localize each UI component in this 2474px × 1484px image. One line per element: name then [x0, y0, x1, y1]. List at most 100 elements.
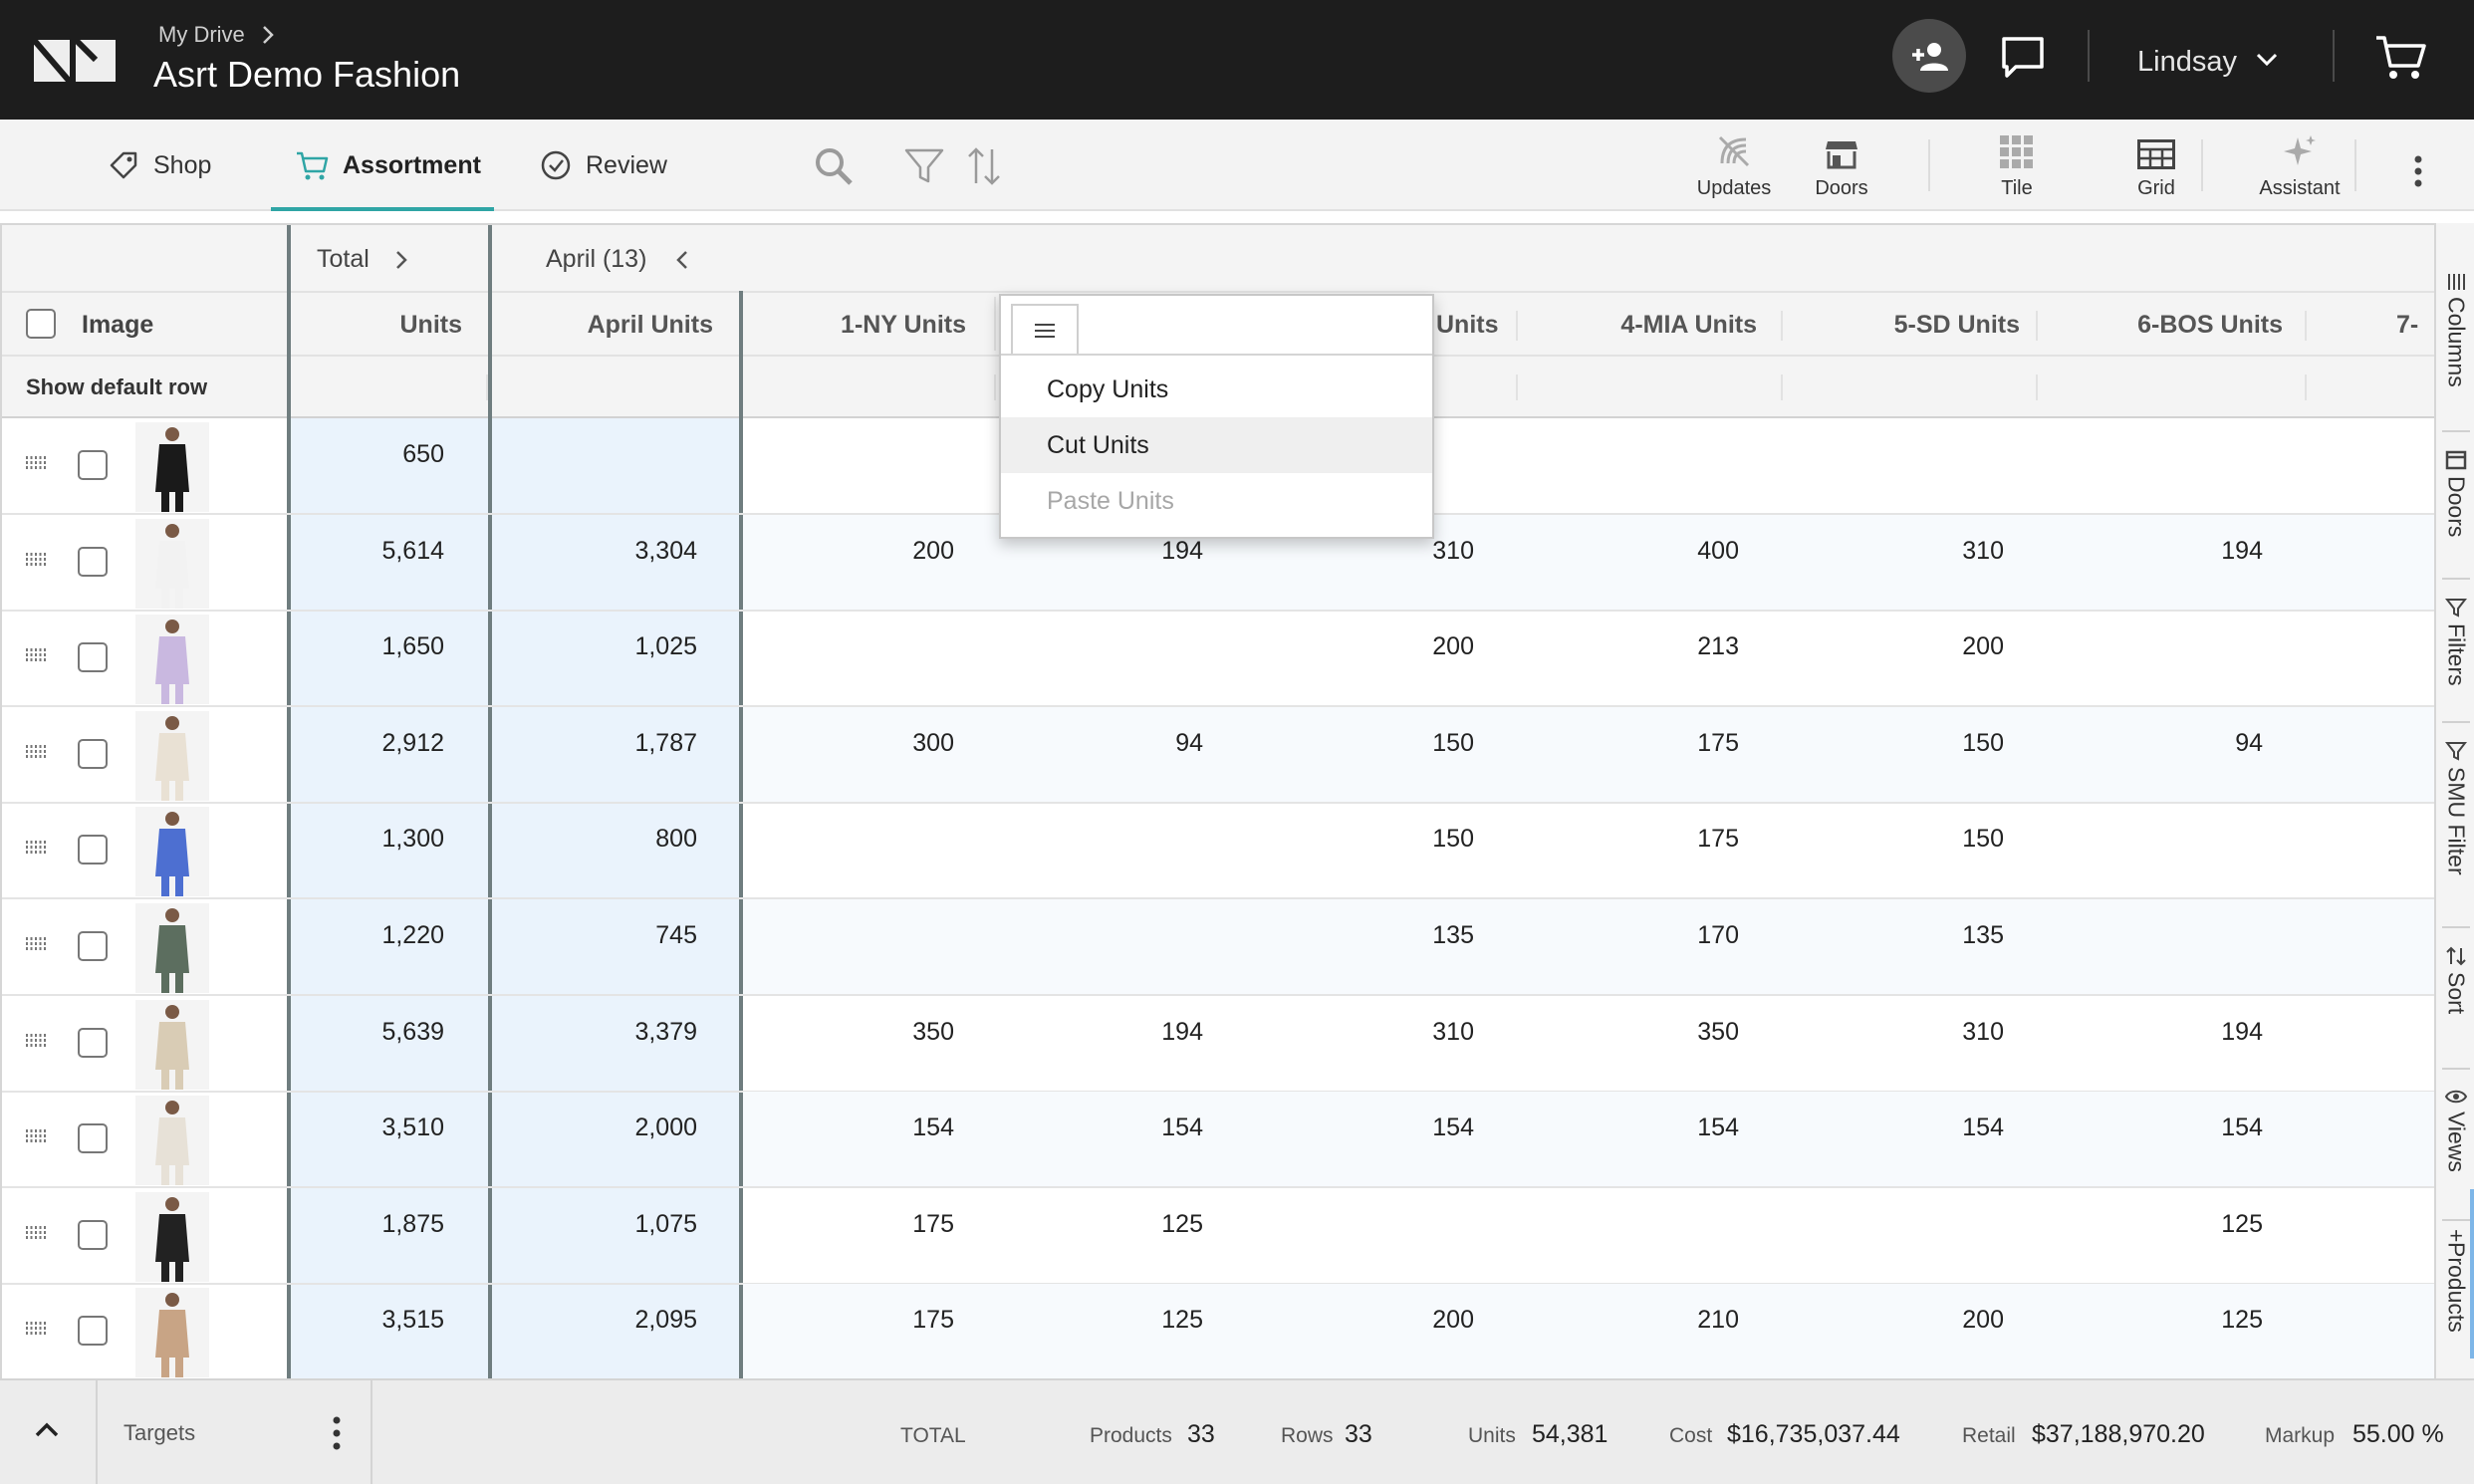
- chevron-left-icon[interactable]: [675, 249, 689, 271]
- drag-handle-icon[interactable]: [26, 648, 48, 662]
- logo[interactable]: [34, 40, 116, 82]
- menu-item-copy-units[interactable]: Copy Units: [1001, 362, 1432, 417]
- menu-item-paste-units[interactable]: Paste Units: [1001, 473, 1432, 529]
- row-checkbox[interactable]: [78, 642, 108, 672]
- product-thumbnail[interactable]: [135, 1288, 209, 1377]
- cell-units-col[interactable]: 150: [1257, 729, 1474, 758]
- cell-units-col[interactable]: 125: [998, 1306, 1203, 1335]
- row-checkbox[interactable]: [78, 450, 108, 480]
- drag-handle-icon[interactable]: [26, 745, 48, 759]
- table-row[interactable]: 1,300 800 150 175 150: [2, 803, 2434, 899]
- cell-units-col[interactable]: 150: [1257, 825, 1474, 854]
- drag-handle-icon[interactable]: [26, 937, 48, 951]
- chevron-down-icon[interactable]: [2255, 52, 2279, 68]
- column-header-image[interactable]: Image: [82, 311, 153, 340]
- cell-mia-units[interactable]: 175: [1518, 825, 1739, 854]
- column-header-ny-units[interactable]: 1-NY Units: [743, 311, 966, 340]
- drag-handle-icon[interactable]: [26, 1322, 48, 1336]
- cell-units-col[interactable]: 200: [1257, 632, 1474, 661]
- chevron-right-icon[interactable]: [394, 249, 408, 271]
- user-menu[interactable]: Lindsay: [2137, 46, 2237, 79]
- product-thumbnail[interactable]: [135, 807, 209, 896]
- cell-mia-units[interactable]: 170: [1518, 921, 1739, 950]
- drag-handle-icon[interactable]: [26, 1034, 48, 1048]
- cell-mia-units[interactable]: 350: [1518, 1018, 1739, 1047]
- cell-mia-units[interactable]: 175: [1518, 729, 1739, 758]
- row-checkbox[interactable]: [78, 547, 108, 577]
- cell-units[interactable]: 1,875: [291, 1210, 444, 1239]
- row-checkbox[interactable]: [78, 1123, 108, 1153]
- cell-april-units[interactable]: 3,379: [492, 1018, 697, 1047]
- cell-units-col[interactable]: 135: [1257, 921, 1474, 950]
- table-row[interactable]: 5,639 3,379 350 194 310 350 310 194: [2, 996, 2434, 1093]
- cell-units-col[interactable]: 200: [1257, 1306, 1474, 1335]
- menu-item-cut-units[interactable]: Cut Units: [1001, 417, 1432, 473]
- column-header-mia-units[interactable]: 4-MIA Units: [1518, 311, 1757, 340]
- column-header-units[interactable]: Units: [291, 311, 463, 340]
- row-checkbox[interactable]: [78, 1028, 108, 1058]
- cell-sd-units[interactable]: 150: [1783, 825, 2004, 854]
- table-row[interactable]: 3,510 2,000 154 154 154 154 154 154: [2, 1092, 2434, 1188]
- cell-units[interactable]: 1,300: [291, 825, 444, 854]
- cell-units-col[interactable]: 310: [1257, 1018, 1474, 1047]
- cell-mia-units[interactable]: 154: [1518, 1113, 1739, 1142]
- cell-ny-units[interactable]: 300: [743, 729, 954, 758]
- cell-ny-units[interactable]: 350: [743, 1018, 954, 1047]
- product-thumbnail[interactable]: [135, 711, 209, 801]
- product-thumbnail[interactable]: [135, 1096, 209, 1185]
- updates-button[interactable]: Updates: [1679, 129, 1789, 209]
- cell-units-col[interactable]: 154: [998, 1113, 1203, 1142]
- cell-april-units[interactable]: 1,075: [492, 1210, 697, 1239]
- cell-units[interactable]: 2,912: [291, 729, 444, 758]
- assistant-button[interactable]: Assistant: [2245, 129, 2354, 209]
- drag-handle-icon[interactable]: [26, 456, 48, 470]
- cell-bos-units[interactable]: 125: [2038, 1210, 2263, 1239]
- cell-units[interactable]: 1,650: [291, 632, 444, 661]
- scrollbar-thumb[interactable]: [2470, 1189, 2474, 1359]
- tab-review[interactable]: Review: [540, 120, 667, 211]
- breadcrumb-parent[interactable]: My Drive: [158, 22, 245, 48]
- drag-handle-icon[interactable]: [26, 553, 48, 567]
- side-tab-sort[interactable]: Sort: [2436, 946, 2474, 1014]
- tile-button[interactable]: Tile: [1962, 129, 2072, 209]
- cell-sd-units[interactable]: 310: [1783, 537, 2004, 566]
- side-tab-smu-filter[interactable]: SMU Filter: [2436, 741, 2474, 875]
- tab-assortment[interactable]: Assortment: [295, 120, 481, 211]
- cell-units[interactable]: 5,639: [291, 1018, 444, 1047]
- select-all-checkbox[interactable]: [26, 309, 56, 339]
- side-tab-views[interactable]: Views: [2436, 1088, 2474, 1172]
- product-thumbnail[interactable]: [135, 422, 209, 512]
- cell-bos-units[interactable]: 194: [2038, 537, 2263, 566]
- column-header-april-units[interactable]: April Units: [492, 311, 713, 340]
- cell-ny-units[interactable]: 175: [743, 1306, 954, 1335]
- drag-handle-icon[interactable]: [26, 1226, 48, 1240]
- cell-april-units[interactable]: 1,025: [492, 632, 697, 661]
- cell-april-units[interactable]: 745: [492, 921, 697, 950]
- side-tab-doors[interactable]: Doors: [2436, 450, 2474, 537]
- cell-april-units[interactable]: 1,787: [492, 729, 697, 758]
- chat-button[interactable]: [2000, 36, 2046, 80]
- cell-sd-units[interactable]: 135: [1783, 921, 2004, 950]
- search-icon[interactable]: [813, 145, 855, 187]
- column-header-bos-units[interactable]: 6-BOS Units: [2038, 311, 2283, 340]
- column-header-sd-units[interactable]: 5-SD Units: [1783, 311, 2020, 340]
- cell-sd-units[interactable]: 200: [1783, 632, 2004, 661]
- group-header-april[interactable]: April (13): [546, 245, 646, 274]
- cell-ny-units[interactable]: 154: [743, 1113, 954, 1142]
- cell-units-col[interactable]: 194: [998, 537, 1203, 566]
- cell-sd-units[interactable]: 154: [1783, 1113, 2004, 1142]
- product-thumbnail[interactable]: [135, 1000, 209, 1090]
- doors-button[interactable]: Doors: [1787, 129, 1896, 209]
- sort-icon[interactable]: [966, 145, 1002, 187]
- row-checkbox[interactable]: [78, 931, 108, 961]
- cell-mia-units[interactable]: 400: [1518, 537, 1739, 566]
- cell-mia-units[interactable]: 213: [1518, 632, 1739, 661]
- filter-icon[interactable]: [904, 147, 944, 185]
- cell-ny-units[interactable]: 175: [743, 1210, 954, 1239]
- side-tab-products[interactable]: + Products: [2436, 1223, 2474, 1333]
- cell-units-col[interactable]: 310: [1257, 537, 1474, 566]
- group-header-total[interactable]: Total: [317, 245, 370, 274]
- cart-button[interactable]: [2374, 34, 2426, 82]
- more-vertical-icon[interactable]: [333, 1416, 341, 1450]
- cell-units-col[interactable]: 194: [998, 1018, 1203, 1047]
